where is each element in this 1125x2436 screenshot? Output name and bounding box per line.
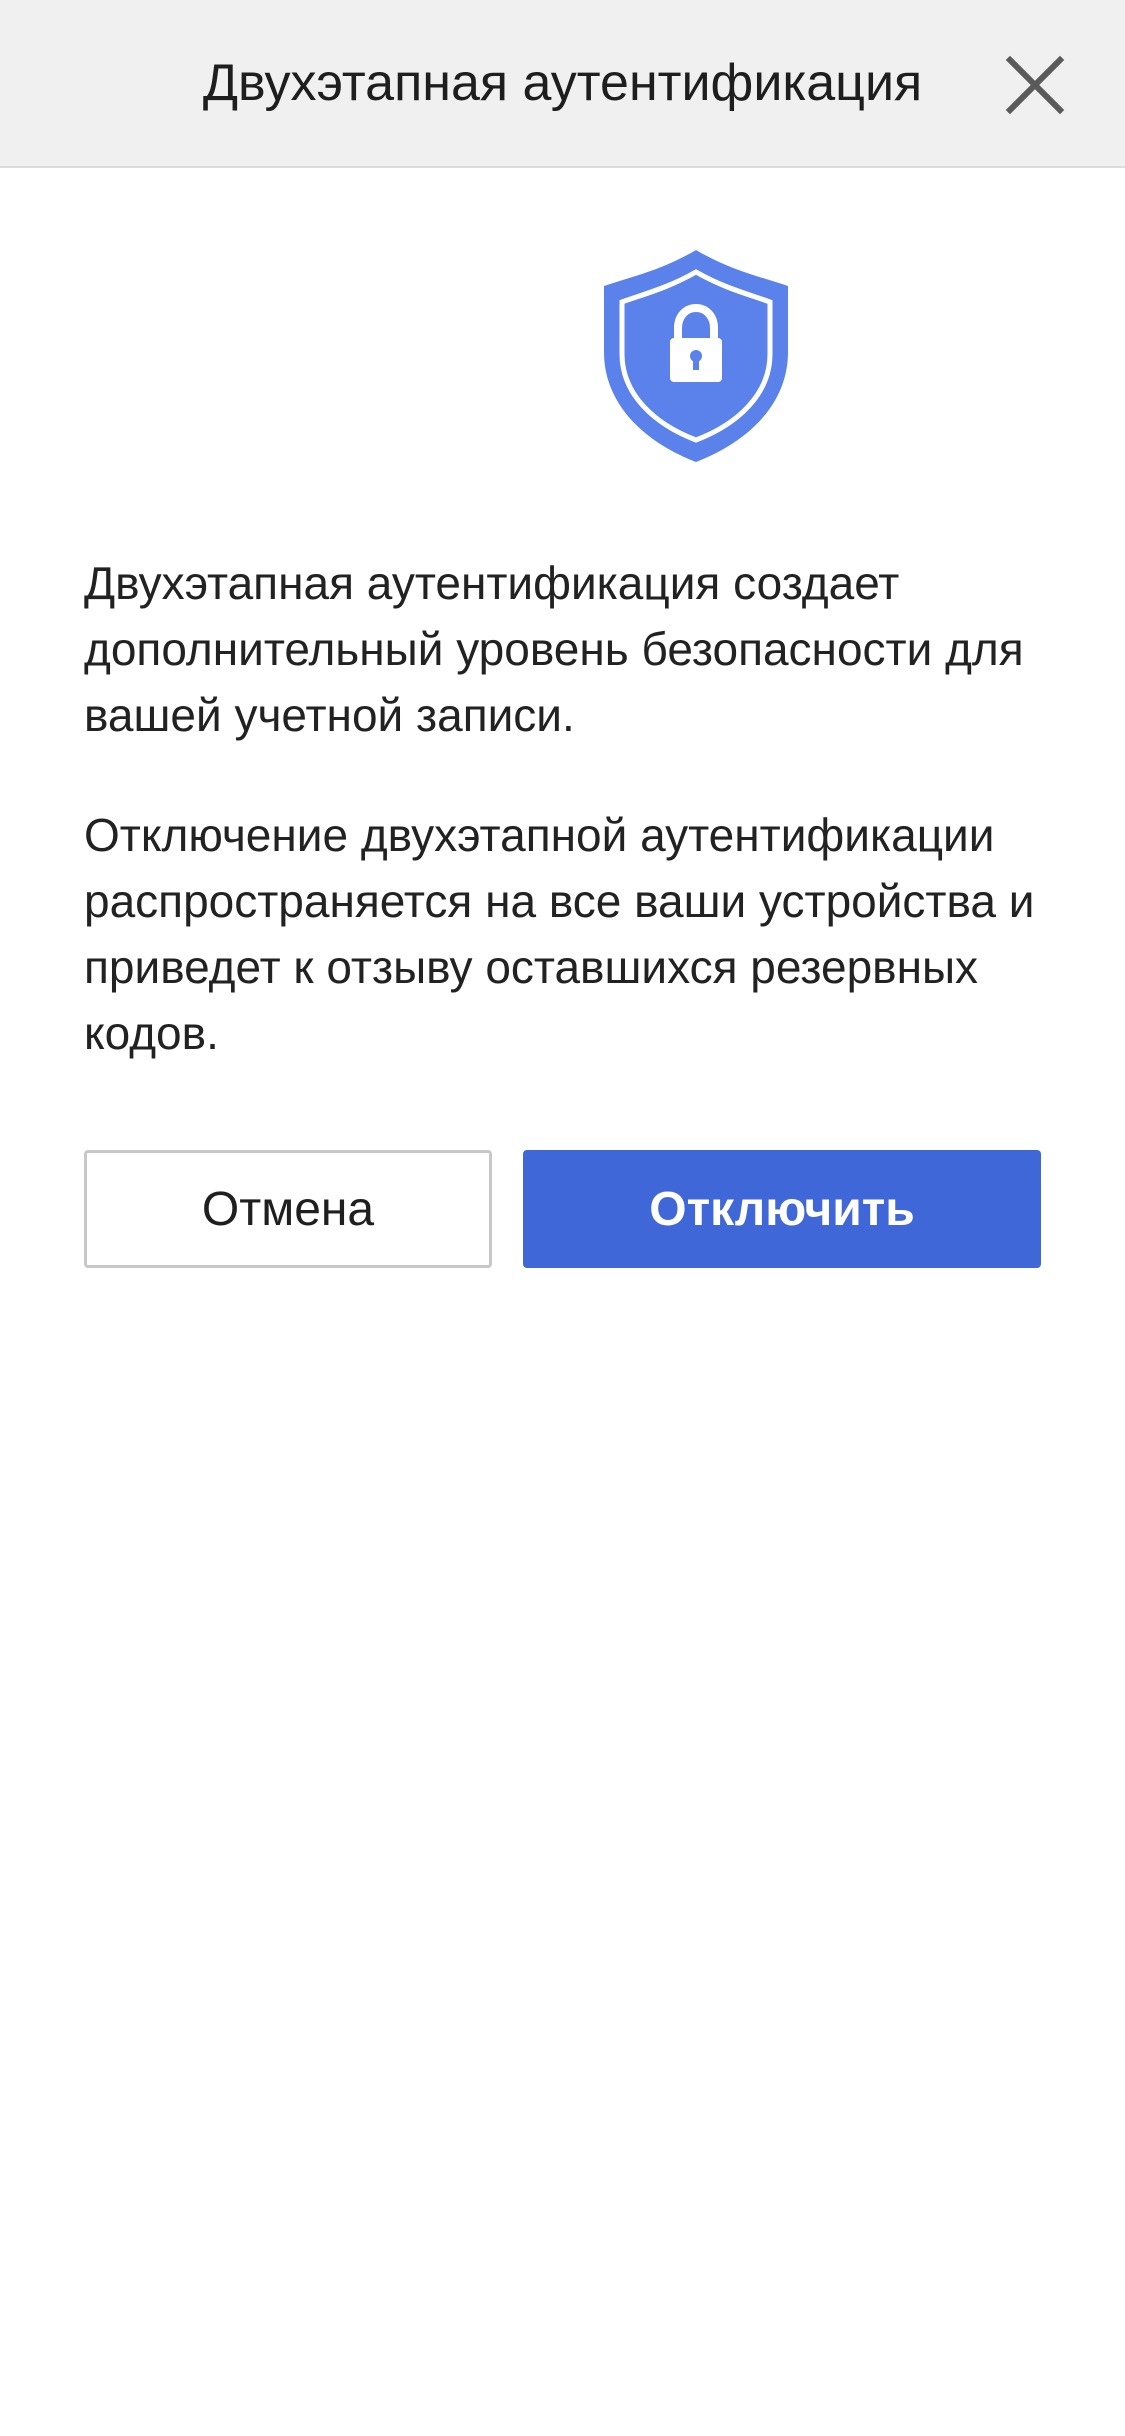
shield-lock-icon	[600, 246, 792, 466]
page-title-text: Двухэтапная аутентификация	[202, 54, 923, 112]
header-bar: Двухэтапная аутентификация	[0, 0, 1125, 168]
disable-button-label: Отключить	[649, 1182, 915, 1236]
close-button[interactable]	[1000, 50, 1070, 120]
page-title: Двухэтапная аутентификация	[0, 50, 1125, 116]
disable-button[interactable]: Отключить	[523, 1150, 1041, 1268]
cancel-button-label: Отмена	[201, 1182, 375, 1236]
cancel-button[interactable]: Отмена	[84, 1150, 492, 1268]
description-paragraph: Двухэтапная аутентификация создает допол…	[84, 557, 1024, 741]
close-icon	[1005, 55, 1065, 115]
warning-paragraph: Отключение двухэтапной аутентификации ра…	[84, 809, 1035, 1059]
